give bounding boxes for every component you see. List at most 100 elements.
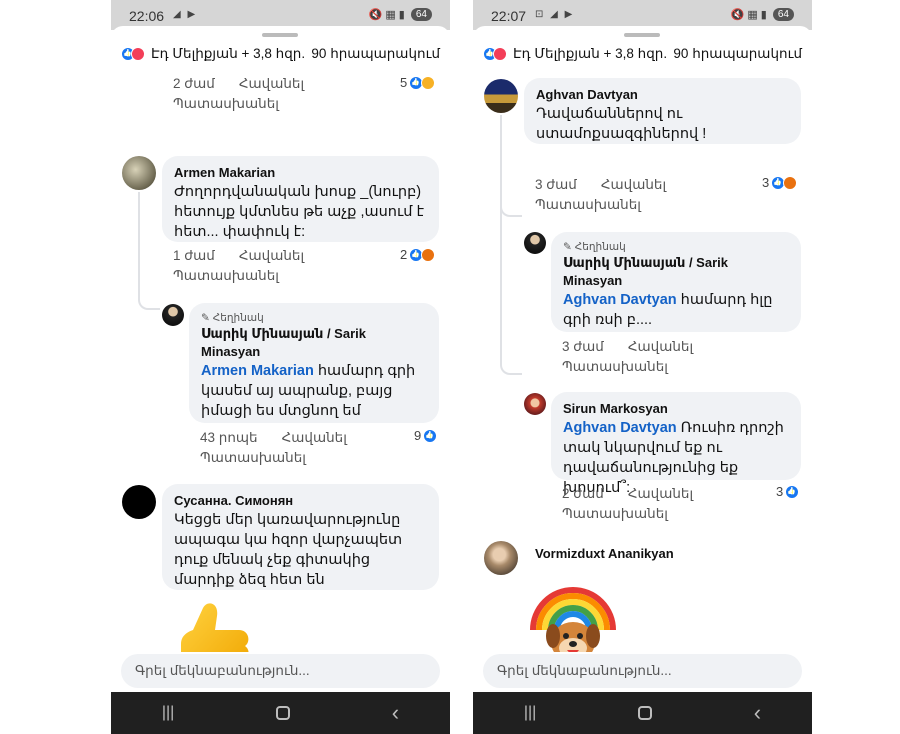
reply-button[interactable]: Պատասխանել — [535, 197, 641, 213]
reaction-count[interactable]: 3 — [762, 175, 798, 190]
like-button[interactable]: Հավանել — [239, 76, 304, 92]
avatar[interactable] — [162, 304, 184, 326]
comment-author[interactable]: Aghvan Davtyan — [536, 86, 789, 104]
reaction-count-number: 5 — [400, 75, 408, 90]
home-icon[interactable] — [276, 706, 291, 720]
reactions-names[interactable]: Էդ Մելիքյան + 3,8 հզր. — [151, 46, 305, 62]
like-button[interactable]: Հավանել — [628, 339, 693, 355]
comment-bubble[interactable]: Armen Makarian Ժողորդվանական խոսք _(նուր… — [162, 156, 439, 242]
navigation-bar: ||| ‹ — [473, 692, 812, 734]
battery-icon: 64 — [410, 8, 432, 21]
like-button[interactable]: Հավանել — [628, 486, 693, 502]
comment-meta: 43 րոպե Հավանել — [200, 430, 347, 446]
comment-author[interactable]: Сусанна. Симонян — [174, 492, 427, 510]
comment-time: 1 ժամ — [173, 248, 215, 263]
recent-apps-icon[interactable]: ||| — [162, 704, 174, 722]
like-button[interactable]: Հավանել — [239, 248, 304, 264]
battery-icon: 64 — [772, 8, 794, 21]
angry-reaction-icon — [783, 175, 798, 190]
comment-time: 2 ժամ — [173, 76, 215, 91]
rainbow-dog-sticker-icon[interactable] — [525, 570, 621, 652]
mention-link[interactable]: Armen Makarian — [201, 363, 314, 379]
comment-bubble[interactable]: Aghvan Davtyan Դավաճաններով ու ստամոքսազ… — [524, 78, 801, 144]
comment-time: 2 ժամ — [562, 486, 604, 501]
reply-button[interactable]: Պատասխանել — [173, 96, 279, 112]
like-button[interactable]: Հավանել — [282, 430, 347, 446]
angry-reaction-icon — [421, 247, 436, 262]
comment-bubble[interactable]: ✎ Հեղինակ Սարիկ Մինասյան / Sarik Minasya… — [189, 303, 439, 423]
comment-author[interactable]: Vormizduxt Ananikyan — [535, 546, 674, 561]
comments-sheet: Էդ Մելիքյան + 3,8 հզր. 90 հրապարակում Ag… — [473, 26, 812, 692]
comment-meta: 2 ժամ Հավանել — [173, 76, 304, 92]
status-time: 22:07 — [491, 8, 527, 24]
mention-link[interactable]: Aghvan Davtyan — [563, 420, 677, 436]
phone-screen-right: 22:07 ⊡ ◢ ▶ 🔇 ▦ ▮ 64 Էդ Մելիքյան + 3,8 հ… — [473, 0, 812, 734]
thread-line — [138, 192, 160, 310]
comment-time: 43 րոպե — [200, 430, 258, 445]
mute-icon: 🔇 ▦ ▮ — [368, 9, 405, 21]
reply-button[interactable]: Պատասխանել — [562, 359, 668, 375]
comment-author[interactable]: Sirun Markosyan — [563, 400, 789, 418]
author-badge: ✎ Հեղինակ — [201, 312, 264, 324]
comment-text: Armen Makarian համարդ գրի կասեմ այ ապրան… — [201, 361, 427, 421]
thread-line — [500, 115, 522, 375]
like-button[interactable]: Հավանել — [601, 177, 666, 193]
care-reaction-icon — [421, 75, 436, 90]
comment-meta: 2 ժամ Հավանել — [562, 486, 693, 502]
reply-button[interactable]: Պատասխանել — [173, 268, 279, 284]
comment-bubble[interactable]: Сусанна. Симонян Կեցցե մեր կառավարությու… — [162, 484, 439, 590]
navigation-bar: ||| ‹ — [111, 692, 450, 734]
comment-meta: 3 ժամ Հավանել — [562, 339, 693, 355]
comment-bubble[interactable]: ✎ Հեղինակ Սարիկ Մինասյան / Sarik Minasya… — [551, 232, 801, 332]
comments-list[interactable]: Aghvan Davtyan Դավաճաններով ու ստամոքսազ… — [473, 70, 812, 652]
home-icon[interactable] — [638, 706, 653, 720]
comments-list[interactable]: 2 ժամ Հավանել Պատասխանել 5 Armen Makaria… — [111, 70, 450, 652]
back-icon[interactable]: ‹ — [754, 700, 761, 726]
mention-link[interactable]: Aghvan Davtyan — [563, 292, 677, 308]
mute-icon: 🔇 ▦ ▮ — [730, 9, 767, 21]
status-time: 22:06 — [129, 8, 165, 24]
reply-button[interactable]: Պատասխանել — [200, 450, 306, 466]
love-reaction-icon — [493, 47, 507, 61]
comment-text: Դավաճաններով ու ստամոքսազգիներով ! — [536, 106, 707, 142]
comment-meta: 1 ժամ Հավանել — [173, 248, 304, 264]
reaction-count[interactable]: 2 — [400, 247, 436, 262]
avatar[interactable] — [524, 232, 546, 254]
avatar[interactable] — [524, 393, 546, 415]
comment-input[interactable]: Գրել մեկնաբանություն... — [121, 654, 440, 688]
shares-count[interactable]: 90 հրապարակում — [673, 46, 802, 62]
avatar[interactable] — [122, 156, 156, 190]
reaction-count[interactable]: 5 — [400, 75, 436, 90]
reactions-names[interactable]: Էդ Մելիքյան + 3,8 հզր. — [513, 46, 667, 62]
reactions-summary[interactable]: Էդ Մելիքյան + 3,8 հզր. 90 հրապարակում — [121, 44, 440, 64]
drag-handle[interactable] — [262, 33, 298, 37]
avatar[interactable] — [122, 485, 156, 519]
shares-count[interactable]: 90 հրապարակում — [311, 46, 440, 62]
avatar[interactable] — [484, 79, 518, 113]
reactions-summary[interactable]: Էդ Մելիքյան + 3,8 հզր. 90 հրապարակում — [483, 44, 802, 64]
back-icon[interactable]: ‹ — [392, 700, 399, 726]
comment-input-placeholder: Գրել մեկնաբանություն... — [497, 663, 672, 678]
thumbs-up-sticker-icon[interactable] — [173, 600, 259, 652]
avatar[interactable] — [484, 541, 518, 575]
comment-author[interactable]: Սարիկ Մինասյան / Sarik Minasyan — [563, 254, 789, 290]
comment-text: Aghvan Davtyan համարդ հլը գրի ռսի բ.... — [563, 290, 789, 330]
reply-button[interactable]: Պատասխանել — [562, 506, 668, 522]
phone-screen-left: 22:06 ◢ ▶ 🔇 ▦ ▮ 64 Էդ Մելիքյան + 3,8 հզր… — [111, 0, 450, 734]
reaction-count[interactable]: 3 — [776, 484, 800, 499]
recent-apps-icon[interactable]: ||| — [524, 704, 536, 722]
comment-author[interactable]: Armen Makarian — [174, 164, 427, 182]
like-reaction-icon — [785, 484, 800, 499]
reaction-count-number: 3 — [762, 175, 770, 190]
comment-bubble[interactable]: Sirun Markosyan Aghvan Davtyan Ռուսիռ դր… — [551, 392, 801, 496]
comment-input-placeholder: Գրել մեկնաբանություն... — [135, 663, 310, 678]
reaction-count-number: 9 — [414, 428, 422, 443]
comment-author[interactable]: Սարիկ Մինասյան / Sarik Minasyan — [201, 325, 427, 361]
comment-time: 3 ժամ — [562, 339, 604, 354]
reaction-count[interactable]: 9 — [414, 428, 438, 443]
comment-text: Կեցցե մեր կառավարությունը ապագա կա հզոր … — [174, 512, 403, 588]
comment-time: 3 ժամ — [535, 177, 577, 192]
comment-input[interactable]: Գրել մեկնաբանություն... — [483, 654, 802, 688]
drag-handle[interactable] — [624, 33, 660, 37]
notification-icons: ◢ ▶ — [173, 9, 198, 20]
